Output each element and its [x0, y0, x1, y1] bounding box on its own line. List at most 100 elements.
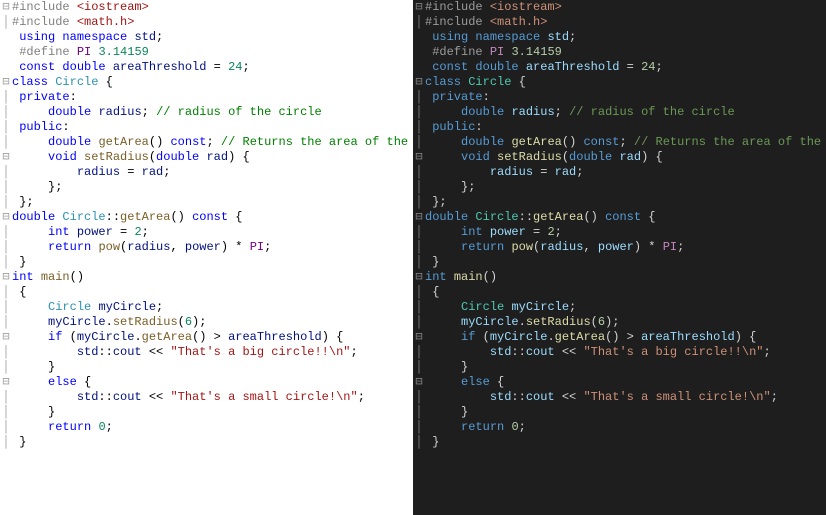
code-line[interactable]: │ double radius; // radius of the circle — [0, 105, 413, 120]
code-text[interactable]: #include <math.h> — [12, 15, 413, 30]
code-text[interactable]: using namespace std; — [425, 30, 826, 45]
code-line[interactable]: │ } — [0, 360, 413, 375]
code-text[interactable]: myCircle.setRadius(6); — [425, 315, 826, 330]
code-text[interactable]: }; — [425, 195, 826, 210]
code-text[interactable]: using namespace std; — [12, 30, 413, 45]
code-text[interactable]: if (myCircle.getArea() > areaThreshold) … — [12, 330, 413, 345]
code-text[interactable]: int power = 2; — [425, 225, 826, 240]
code-text[interactable]: double Circle::getArea() const { — [12, 210, 413, 225]
code-text[interactable]: public: — [425, 120, 826, 135]
code-text[interactable]: std::cout << "That's a big circle!!\n"; — [425, 345, 826, 360]
code-text[interactable]: #include <iostream> — [425, 0, 826, 15]
code-text[interactable]: double getArea() const; // Returns the a… — [12, 135, 413, 150]
code-line[interactable]: ⊟int main() — [0, 270, 413, 285]
code-text[interactable]: #include <iostream> — [12, 0, 413, 15]
fold-minus-icon[interactable]: ⊟ — [413, 150, 425, 165]
code-line[interactable]: │ public: — [0, 120, 413, 135]
code-line[interactable]: │ } — [413, 435, 826, 450]
editor-pane-dark[interactable]: ⊟#include <iostream>│#include <math.h> u… — [413, 0, 826, 515]
fold-minus-icon[interactable]: ⊟ — [413, 0, 425, 15]
code-line[interactable]: ⊟class Circle { — [413, 75, 826, 90]
code-line[interactable]: ⊟int main() — [413, 270, 826, 285]
code-text[interactable]: public: — [12, 120, 413, 135]
code-line[interactable]: │ myCircle.setRadius(6); — [413, 315, 826, 330]
code-text[interactable]: } — [12, 360, 413, 375]
code-text[interactable]: int power = 2; — [12, 225, 413, 240]
code-text[interactable]: std::cout << "That's a small circle!\n"; — [12, 390, 413, 405]
code-text[interactable]: radius = rad; — [425, 165, 826, 180]
code-line[interactable]: │ double radius; // radius of the circle — [413, 105, 826, 120]
code-text[interactable]: return 0; — [425, 420, 826, 435]
code-line[interactable]: │ radius = rad; — [413, 165, 826, 180]
code-line[interactable]: │ Circle myCircle; — [413, 300, 826, 315]
code-line[interactable]: │ { — [413, 285, 826, 300]
code-line[interactable]: ⊟double Circle::getArea() const { — [413, 210, 826, 225]
code-line[interactable]: ⊟ void setRadius(double rad) { — [413, 150, 826, 165]
code-line[interactable]: │ private: — [413, 90, 826, 105]
fold-minus-icon[interactable]: ⊟ — [413, 210, 425, 225]
code-line[interactable]: │ } — [0, 405, 413, 420]
code-text[interactable]: return 0; — [12, 420, 413, 435]
code-text[interactable]: return pow(radius, power) * PI; — [12, 240, 413, 255]
code-line[interactable]: ⊟#include <iostream> — [413, 0, 826, 15]
code-text[interactable]: { — [425, 285, 826, 300]
code-line[interactable]: │ int power = 2; — [413, 225, 826, 240]
code-line[interactable]: │ private: — [0, 90, 413, 105]
code-line[interactable]: ⊟ else { — [413, 375, 826, 390]
code-text[interactable]: } — [425, 405, 826, 420]
code-text[interactable]: private: — [425, 90, 826, 105]
code-line[interactable]: │ return pow(radius, power) * PI; — [0, 240, 413, 255]
code-text[interactable]: { — [12, 285, 413, 300]
code-text[interactable]: }; — [12, 195, 413, 210]
code-line[interactable]: │ }; — [0, 195, 413, 210]
fold-minus-icon[interactable]: ⊟ — [413, 270, 425, 285]
code-line[interactable]: ⊟double Circle::getArea() const { — [0, 210, 413, 225]
fold-minus-icon[interactable]: ⊟ — [0, 375, 12, 390]
code-line[interactable]: using namespace std; — [0, 30, 413, 45]
code-text[interactable]: #include <math.h> — [425, 15, 826, 30]
code-text[interactable]: } — [12, 255, 413, 270]
code-line[interactable]: │ std::cout << "That's a small circle!\n… — [413, 390, 826, 405]
code-line[interactable]: using namespace std; — [413, 30, 826, 45]
code-line[interactable]: │ std::cout << "That's a small circle!\n… — [0, 390, 413, 405]
code-text[interactable]: radius = rad; — [12, 165, 413, 180]
code-line[interactable]: │ } — [0, 255, 413, 270]
code-text[interactable]: int main() — [425, 270, 826, 285]
fold-minus-icon[interactable]: ⊟ — [0, 330, 12, 345]
code-text[interactable]: const double areaThreshold = 24; — [12, 60, 413, 75]
code-text[interactable]: Circle myCircle; — [425, 300, 826, 315]
code-text[interactable]: const double areaThreshold = 24; — [425, 60, 826, 75]
code-line[interactable]: │ } — [413, 360, 826, 375]
code-line[interactable]: │ double getArea() const; // Returns the… — [0, 135, 413, 150]
fold-minus-icon[interactable]: ⊟ — [0, 210, 12, 225]
code-line[interactable]: ⊟ if (myCircle.getArea() > areaThreshold… — [0, 330, 413, 345]
code-line[interactable]: │ int power = 2; — [0, 225, 413, 240]
code-text[interactable]: private: — [12, 90, 413, 105]
code-line[interactable]: ⊟class Circle { — [0, 75, 413, 90]
code-text[interactable]: std::cout << "That's a small circle!\n"; — [425, 390, 826, 405]
fold-minus-icon[interactable]: ⊟ — [0, 270, 12, 285]
code-line[interactable]: ⊟ else { — [0, 375, 413, 390]
fold-minus-icon[interactable]: ⊟ — [413, 75, 425, 90]
code-text[interactable]: } — [12, 405, 413, 420]
code-text[interactable]: if (myCircle.getArea() > areaThreshold) … — [425, 330, 826, 345]
code-line[interactable]: │ } — [0, 435, 413, 450]
code-text[interactable]: Circle myCircle; — [12, 300, 413, 315]
code-line[interactable]: #define PI 3.14159 — [0, 45, 413, 60]
code-line[interactable]: │ { — [0, 285, 413, 300]
code-text[interactable]: std::cout << "That's a big circle!!\n"; — [12, 345, 413, 360]
code-line[interactable]: │ Circle myCircle; — [0, 300, 413, 315]
code-line[interactable]: │ std::cout << "That's a big circle!!\n"… — [413, 345, 826, 360]
code-line[interactable]: │#include <math.h> — [0, 15, 413, 30]
code-text[interactable]: } — [425, 255, 826, 270]
code-line[interactable]: ⊟#include <iostream> — [0, 0, 413, 15]
code-text[interactable]: myCircle.setRadius(6); — [12, 315, 413, 330]
code-text[interactable]: } — [425, 360, 826, 375]
code-text[interactable]: #define PI 3.14159 — [425, 45, 826, 60]
code-text[interactable]: else { — [12, 375, 413, 390]
code-line[interactable]: │ }; — [413, 195, 826, 210]
code-text[interactable]: }; — [425, 180, 826, 195]
code-text[interactable]: class Circle { — [425, 75, 826, 90]
code-text[interactable]: class Circle { — [12, 75, 413, 90]
code-text[interactable]: void setRadius(double rad) { — [12, 150, 413, 165]
